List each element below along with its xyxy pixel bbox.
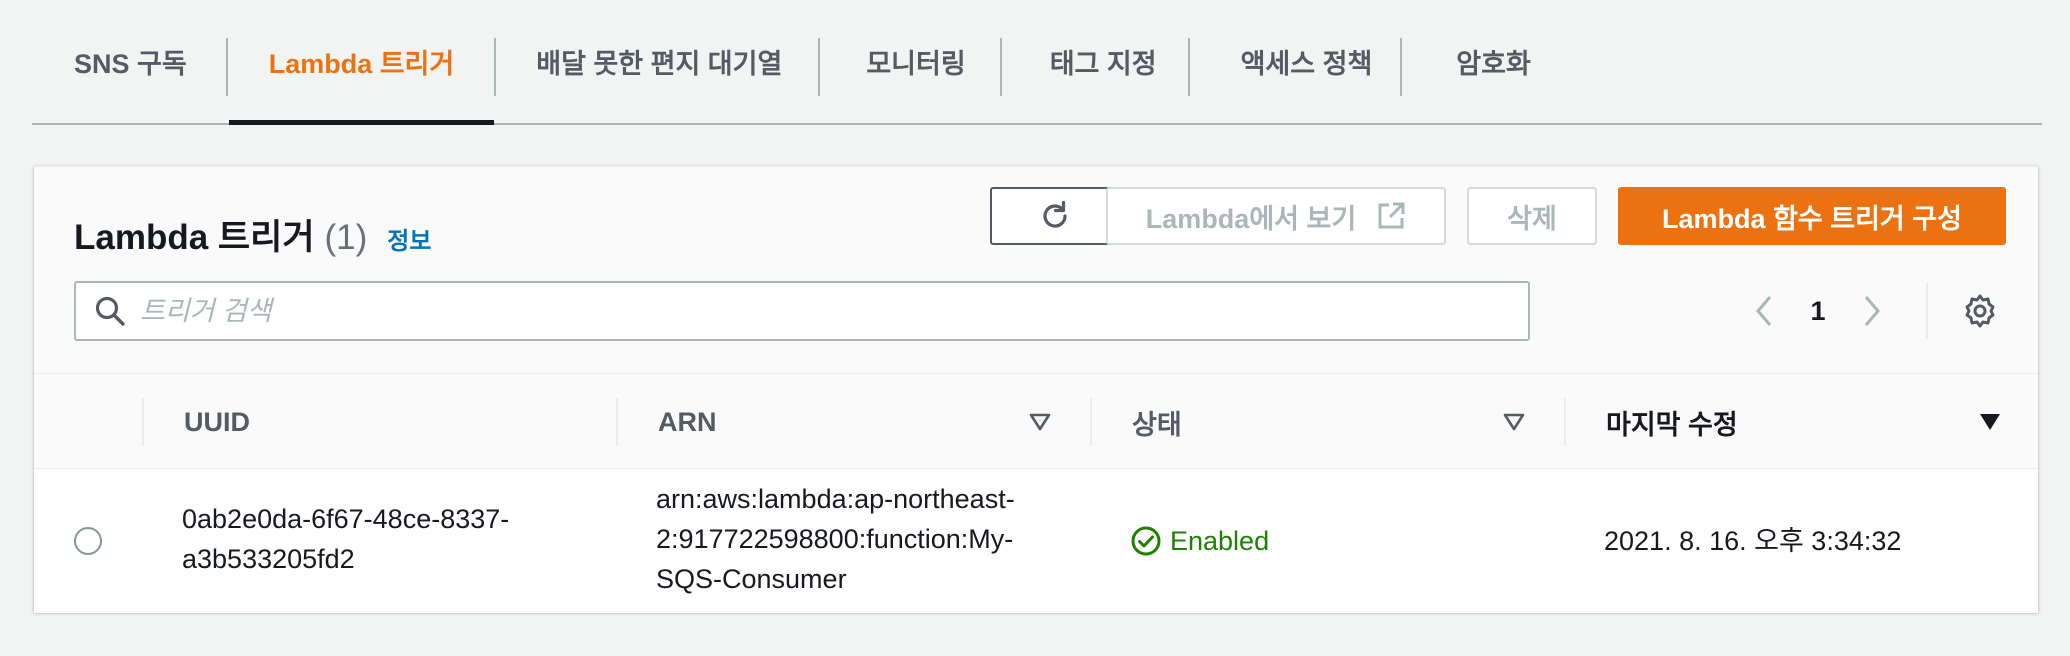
uuid-text: 0ab2e0da-6f67-48ce-8337- <box>182 504 510 534</box>
chevron-right-icon[interactable] <box>1858 293 1886 329</box>
pagination: 1 <box>1750 285 1886 337</box>
tab-label: SNS 구독 <box>74 49 187 79</box>
status-text: Enabled <box>1170 526 1270 556</box>
column-label: 마지막 수정 <box>1606 409 1738 440</box>
refresh-icon <box>1043 200 1067 228</box>
sort-outline-icon[interactable] <box>1502 412 1526 432</box>
tab-divider <box>1400 38 1402 96</box>
table-header: UUID ARN 상태 마지막 수정 <box>34 373 2038 469</box>
column-header-uuid[interactable]: UUID <box>184 374 250 470</box>
gear-icon[interactable] <box>1962 293 1998 329</box>
check-circle-icon <box>1131 526 1161 556</box>
tab-divider <box>1188 38 1190 96</box>
arn-text: 2:917722598800:function:My- <box>656 524 1014 554</box>
sort-descending-icon[interactable] <box>1978 412 2002 432</box>
tab-label: 태그 지정 <box>1049 49 1157 79</box>
tab-tagging[interactable]: 태그 지정 <box>1050 0 1157 123</box>
tab-label: 암호화 <box>1456 49 1531 79</box>
trigger-count: (1) <box>324 218 368 257</box>
last-modified-text: 2021. 8. 16. 오후 3:34:32 <box>1604 526 1902 556</box>
external-link-icon <box>1378 202 1405 229</box>
tab-label: 모니터링 <box>866 49 966 79</box>
column-label: UUID <box>184 406 250 437</box>
column-header-last-modified[interactable]: 마지막 수정 <box>1606 374 1738 470</box>
arn-text: arn:aws:lambda:ap-northeast- <box>656 484 1015 514</box>
column-header-status[interactable]: 상태 <box>1132 374 1182 470</box>
search-input[interactable] <box>140 295 1440 327</box>
tab-label: 배달 못한 편지 대기열 <box>536 49 783 79</box>
view-in-lambda-button[interactable]: Lambda에서 보기 <box>1106 187 1446 245</box>
tab-label: 액세스 정책 <box>1240 49 1373 79</box>
configure-lambda-trigger-button[interactable]: Lambda 함수 트리거 구성 <box>1618 187 2006 245</box>
panel-title: Lambda 트리거 (1) 정보 <box>74 209 431 260</box>
delete-button[interactable]: 삭제 <box>1467 187 1597 245</box>
lambda-triggers-panel: Lambda 트리거 (1) 정보 Lambda에서 보기 삭제 Lambda … <box>34 166 2038 613</box>
tab-divider <box>818 38 820 96</box>
view-in-lambda-label: Lambda에서 보기 <box>1145 203 1357 234</box>
tab-dead-letter-queue[interactable]: 배달 못한 편지 대기열 <box>536 0 782 123</box>
arn-cell: arn:aws:lambda:ap-northeast- 2:917722598… <box>656 479 1015 599</box>
column-divider <box>616 398 618 446</box>
last-modified-cell: 2021. 8. 16. 오후 3:34:32 <box>1604 521 1901 561</box>
column-label: 상태 <box>1132 409 1182 440</box>
column-divider <box>1090 398 1092 446</box>
search-field[interactable] <box>74 281 1530 341</box>
panel-title-text: Lambda 트리거 <box>74 218 315 257</box>
uuid-cell: 0ab2e0da-6f67-48ce-8337- a3b533205fd2 <box>182 499 509 579</box>
column-header-arn[interactable]: ARN <box>658 374 717 470</box>
search-icon <box>95 296 125 326</box>
tab-divider <box>1000 38 1002 96</box>
tab-access-policy[interactable]: 액세스 정책 <box>1241 0 1373 123</box>
row-select-radio[interactable] <box>74 527 102 555</box>
configure-label: Lambda 함수 트리거 구성 <box>1662 203 1962 234</box>
current-page[interactable]: 1 <box>1778 296 1858 327</box>
uuid-text: a3b533205fd2 <box>182 544 355 574</box>
pager-divider <box>1926 283 1928 339</box>
tab-monitoring[interactable]: 모니터링 <box>866 0 965 123</box>
arn-text: SQS-Consumer <box>656 564 847 594</box>
tab-sns-subscriptions[interactable]: SNS 구독 <box>74 0 187 123</box>
tab-bar: SNS 구독 Lambda 트리거 배달 못한 편지 대기열 모니터링 태그 지… <box>32 0 2042 125</box>
refresh-button[interactable] <box>990 187 1120 245</box>
status-cell: Enabled <box>1130 521 1269 561</box>
tab-lambda-triggers[interactable]: Lambda 트리거 <box>228 0 495 125</box>
sort-outline-icon[interactable] <box>1028 412 1052 432</box>
column-label: ARN <box>658 406 717 437</box>
tab-encryption[interactable]: 암호화 <box>1456 0 1531 123</box>
column-divider <box>142 398 144 446</box>
info-link[interactable]: 정보 <box>387 221 431 256</box>
tab-label: Lambda 트리거 <box>268 49 455 79</box>
table-row[interactable]: 0ab2e0da-6f67-48ce-8337- a3b533205fd2 ar… <box>34 469 2038 613</box>
delete-label: 삭제 <box>1507 203 1557 234</box>
tab-divider <box>226 38 228 96</box>
tab-divider <box>494 38 496 96</box>
chevron-left-icon[interactable] <box>1750 293 1778 329</box>
column-divider <box>1564 398 1566 446</box>
